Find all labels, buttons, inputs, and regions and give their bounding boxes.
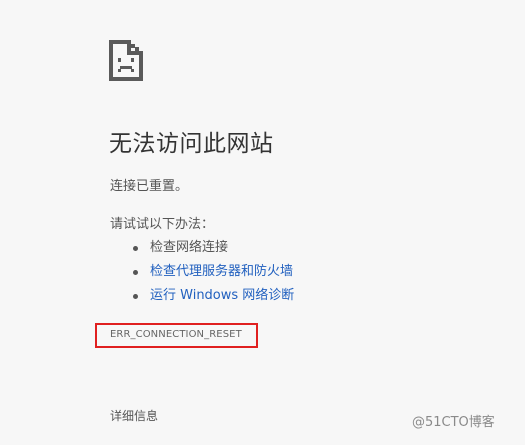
sad-page-icon (109, 40, 143, 81)
check-proxy-firewall-link[interactable]: 检查代理服务器和防火墙 (150, 264, 293, 279)
suggestions-heading: 请试试以下办法： (110, 217, 215, 232)
error-description: 连接已重置。 (110, 179, 189, 194)
run-network-diagnostics-link[interactable]: 运行 Windows 网络诊断 (150, 288, 294, 303)
error-code: ERR_CONNECTION_RESET (110, 329, 242, 340)
page-title: 无法访问此网站 (109, 131, 274, 157)
suggestion-check-proxy-firewall[interactable]: 检查代理服务器和防火墙 (130, 262, 294, 286)
bullet-icon (133, 294, 138, 299)
suggestion-check-network: 检查网络连接 (130, 238, 294, 262)
bullet-icon (133, 270, 138, 275)
bullet-icon (133, 246, 138, 251)
suggestions-list: 检查网络连接 检查代理服务器和防火墙 运行 Windows 网络诊断 (130, 238, 294, 310)
watermark: @51CTO博客 (412, 415, 495, 430)
suggestion-label: 检查网络连接 (150, 240, 229, 255)
suggestion-run-diagnostics[interactable]: 运行 Windows 网络诊断 (130, 286, 294, 310)
details-button[interactable]: 详细信息 (110, 408, 158, 424)
